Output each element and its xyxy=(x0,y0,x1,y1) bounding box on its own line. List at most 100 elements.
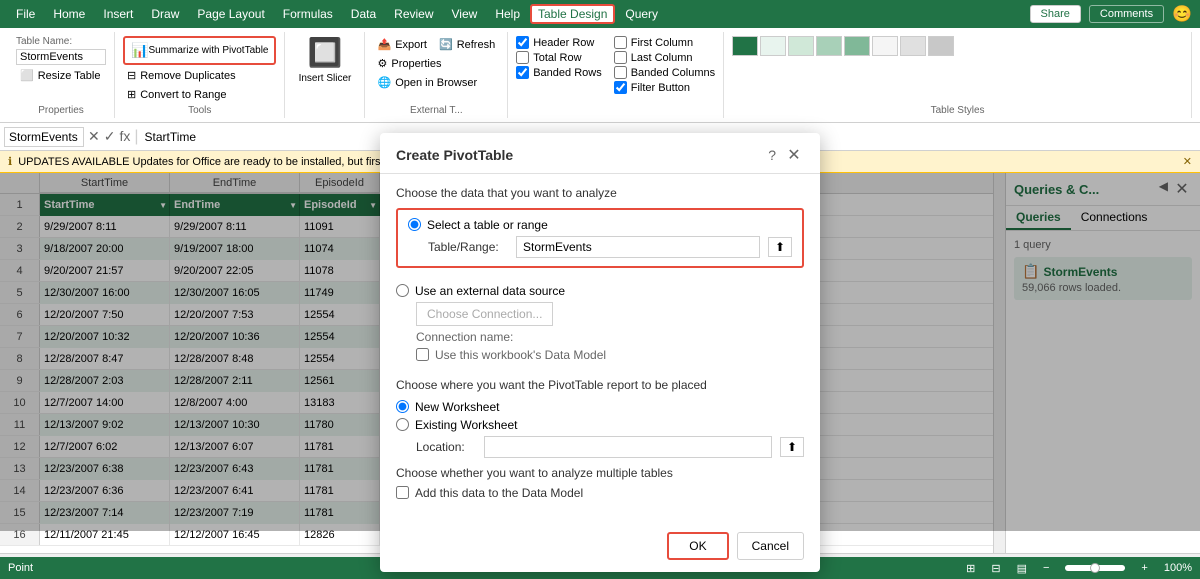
user-icon: 😊 xyxy=(1172,4,1192,24)
header-row-check[interactable]: Header Row xyxy=(516,36,602,49)
total-row-check[interactable]: Total Row xyxy=(516,51,602,64)
zoom-out-button[interactable]: − xyxy=(1043,562,1049,574)
table-style-plain[interactable] xyxy=(872,36,898,56)
view-normal-icon[interactable]: ⊞ xyxy=(966,562,975,575)
refresh-button[interactable]: 🔄 Refresh xyxy=(435,36,499,53)
choose-connection-button[interactable]: Choose Connection... xyxy=(416,302,553,326)
radio-select-table-label: Select a table or range xyxy=(427,218,548,232)
section3-title: Choose whether you want to analyze multi… xyxy=(396,466,804,480)
location-label: Location: xyxy=(416,440,476,454)
properties-button[interactable]: ⚙ Properties xyxy=(373,55,445,72)
view-layout-icon[interactable]: ⊟ xyxy=(991,562,1000,575)
open-browser-button[interactable]: 🌐 Open in Browser xyxy=(373,74,481,91)
summarize-label: Summarize with PivotTable xyxy=(148,45,268,56)
table-style-light[interactable] xyxy=(760,36,786,56)
menu-data[interactable]: Data xyxy=(343,4,384,24)
banded-columns-check[interactable]: Banded Columns xyxy=(614,66,715,79)
dialog-overlay: Create PivotTable ? ✕ Choose the data th… xyxy=(0,173,1200,531)
location-row: Location: ⬆ xyxy=(396,436,804,458)
menu-query[interactable]: Query xyxy=(617,4,666,24)
radio-new-worksheet-input[interactable] xyxy=(396,400,409,413)
insert-slicer-icon[interactable]: 🔲 xyxy=(308,36,343,69)
table-name-input[interactable] xyxy=(16,49,106,65)
connection-name-row: Connection name: xyxy=(396,330,804,344)
convert-range-button[interactable]: ⊞ Convert to Range xyxy=(123,86,230,103)
dialog-close-button[interactable]: ✕ xyxy=(784,145,804,165)
radio-external-label: Use an external data source xyxy=(415,284,565,298)
confirm-formula-icon[interactable]: ✓ xyxy=(104,128,116,145)
menu-right-actions: Share Comments 😊 xyxy=(1030,4,1192,24)
menu-help[interactable]: Help xyxy=(487,4,528,24)
view-page-break-icon[interactable]: ▤ xyxy=(1017,562,1027,575)
menu-bar: File Home Insert Draw Page Layout Formul… xyxy=(0,0,1200,28)
banded-rows-check[interactable]: Banded Rows xyxy=(516,66,602,79)
zoom-slider[interactable] xyxy=(1065,565,1125,571)
export-button[interactable]: 📤 Export xyxy=(373,36,431,53)
menu-file[interactable]: File xyxy=(8,4,43,24)
use-data-model-label: Use this workbook's Data Model xyxy=(435,348,606,362)
external-label: External T... xyxy=(410,103,463,116)
table-range-collapse-button[interactable]: ⬆ xyxy=(768,237,792,257)
name-box[interactable] xyxy=(4,127,84,147)
ok-button[interactable]: OK xyxy=(667,532,728,560)
export-icon: 📤 xyxy=(377,38,391,51)
table-range-row: Table/Range: ⬆ xyxy=(408,236,792,258)
resize-table-button[interactable]: ⬜ Resize Table xyxy=(16,67,104,84)
dialog-help-button[interactable]: ? xyxy=(768,147,776,163)
filter-button-check[interactable]: Filter Button xyxy=(614,81,715,94)
table-style-darker[interactable] xyxy=(844,36,870,56)
comments-button[interactable]: Comments xyxy=(1089,5,1164,23)
update-close-button[interactable]: ✕ xyxy=(1183,155,1192,168)
radio-new-worksheet: New Worksheet xyxy=(396,400,804,414)
location-input[interactable] xyxy=(484,436,772,458)
last-column-check[interactable]: Last Column xyxy=(614,51,715,64)
use-data-model-row: Use this workbook's Data Model xyxy=(396,348,804,362)
share-button[interactable]: Share xyxy=(1030,5,1081,23)
open-browser-label: Open in Browser xyxy=(395,77,477,89)
table-range-input[interactable] xyxy=(516,236,760,258)
first-column-check[interactable]: First Column xyxy=(614,36,715,49)
radio-external-input[interactable] xyxy=(396,284,409,297)
pivottable-icon: 📊 xyxy=(131,42,148,59)
table-style-gray[interactable] xyxy=(900,36,926,56)
table-name-label: Table Name: xyxy=(16,36,72,47)
properties-content: Table Name: ⬜ Resize Table xyxy=(16,34,106,103)
ribbon-group-tools: 📊 Summarize with PivotTable ⊟ Remove Dup… xyxy=(115,32,285,118)
status-right: ⊞ ⊟ ▤ − + 100% xyxy=(966,562,1192,575)
use-data-model-checkbox[interactable] xyxy=(416,348,429,361)
add-model-checkbox[interactable] xyxy=(396,486,409,499)
export-label: Export xyxy=(395,39,427,51)
external-content: 📤 Export 🔄 Refresh ⚙ Properties 🌐 Open i… xyxy=(373,34,499,103)
menu-review[interactable]: Review xyxy=(386,4,441,24)
section1-title: Choose the data that you want to analyze xyxy=(396,186,804,200)
dialog-body: Choose the data that you want to analyze… xyxy=(380,174,820,524)
menu-page-layout[interactable]: Page Layout xyxy=(189,4,272,24)
summarize-pivottable-button[interactable]: 📊 Summarize with PivotTable xyxy=(123,36,276,65)
radio-select-table-input[interactable] xyxy=(408,218,421,231)
zoom-in-button[interactable]: + xyxy=(1141,562,1147,574)
menu-table-design[interactable]: Table Design xyxy=(530,4,615,24)
remove-duplicates-button[interactable]: ⊟ Remove Duplicates xyxy=(123,67,240,84)
table-range-label: Table/Range: xyxy=(428,240,508,254)
insert-function-icon[interactable]: fx xyxy=(119,128,130,145)
table-style-gray2[interactable] xyxy=(928,36,954,56)
table-style-dark[interactable] xyxy=(816,36,842,56)
ribbon-group-properties: Table Name: ⬜ Resize Table Properties xyxy=(8,32,115,118)
menu-home[interactable]: Home xyxy=(45,4,93,24)
menu-draw[interactable]: Draw xyxy=(143,4,187,24)
style-options-content: Header Row Total Row Banded Rows First C… xyxy=(516,34,715,114)
menu-insert[interactable]: Insert xyxy=(95,4,141,24)
radio-external-source: Use an external data source xyxy=(396,284,804,298)
table-style-green[interactable] xyxy=(732,36,758,56)
external-source-group: Use an external data source Choose Conne… xyxy=(396,280,804,366)
formula-separator: | xyxy=(134,128,138,146)
cancel-button[interactable]: Cancel xyxy=(737,532,804,560)
cancel-formula-icon[interactable]: ✕ xyxy=(88,128,100,145)
location-collapse-button[interactable]: ⬆ xyxy=(780,437,804,457)
table-style-medium[interactable] xyxy=(788,36,814,56)
menu-view[interactable]: View xyxy=(444,4,486,24)
dialog-footer: OK Cancel xyxy=(380,524,820,572)
insert-slicer-label: Insert Slicer xyxy=(299,73,352,84)
menu-formulas[interactable]: Formulas xyxy=(275,4,341,24)
radio-existing-worksheet-input[interactable] xyxy=(396,418,409,431)
